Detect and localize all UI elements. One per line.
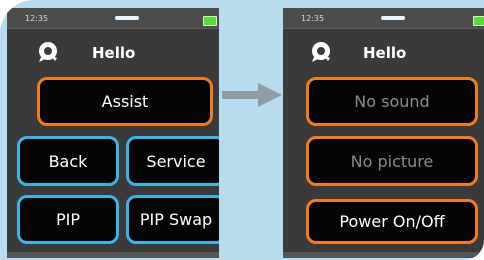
bottom-bar xyxy=(283,252,484,258)
illustration-panel: 12:35 Hello Assist Back Service PIP PIP xyxy=(0,0,484,260)
notch-indicator xyxy=(381,16,405,20)
right-phone-screen: 12:35 Hello No sound No picture Power On… xyxy=(283,8,484,258)
battery-icon xyxy=(473,16,484,26)
left-phone-screen: 12:35 Hello Assist Back Service PIP PIP xyxy=(7,8,219,258)
power-button-label: Power On/Off xyxy=(339,212,445,231)
back-button-label: Back xyxy=(48,151,88,171)
arrow-right-icon xyxy=(222,83,282,107)
notch-indicator xyxy=(115,16,139,20)
battery-icon xyxy=(203,16,217,26)
pip-button[interactable]: PIP xyxy=(17,195,119,244)
screen-header: Hello xyxy=(7,30,219,72)
back-button[interactable]: Back xyxy=(17,136,119,186)
assistant-logo-icon xyxy=(312,42,330,62)
no-sound-button[interactable]: No sound xyxy=(306,77,478,126)
pip-swap-button-label: PIP Swap xyxy=(139,210,213,229)
assist-button[interactable]: Assist xyxy=(37,77,213,126)
page-title: Hello xyxy=(92,44,136,62)
assist-button-label: Assist xyxy=(101,92,149,111)
status-time: 12:35 xyxy=(301,14,325,23)
page-title: Hello xyxy=(363,44,407,62)
no-picture-button-label: No picture xyxy=(350,151,434,171)
screen-header: Hello xyxy=(283,30,484,72)
service-button[interactable]: Service xyxy=(126,136,219,186)
status-bar: 12:35 xyxy=(7,8,219,29)
status-time: 12:35 xyxy=(25,14,49,23)
pip-button-label: PIP xyxy=(55,210,80,229)
assistant-logo-icon xyxy=(39,42,57,62)
power-on-off-button[interactable]: Power On/Off xyxy=(306,199,478,244)
no-picture-button[interactable]: No picture xyxy=(306,136,478,186)
pip-swap-button[interactable]: PIP Swap xyxy=(126,195,219,244)
no-sound-button-label: No sound xyxy=(354,92,430,111)
service-button-label: Service xyxy=(146,151,206,171)
bottom-bar xyxy=(7,252,219,258)
status-bar: 12:35 xyxy=(283,8,484,29)
